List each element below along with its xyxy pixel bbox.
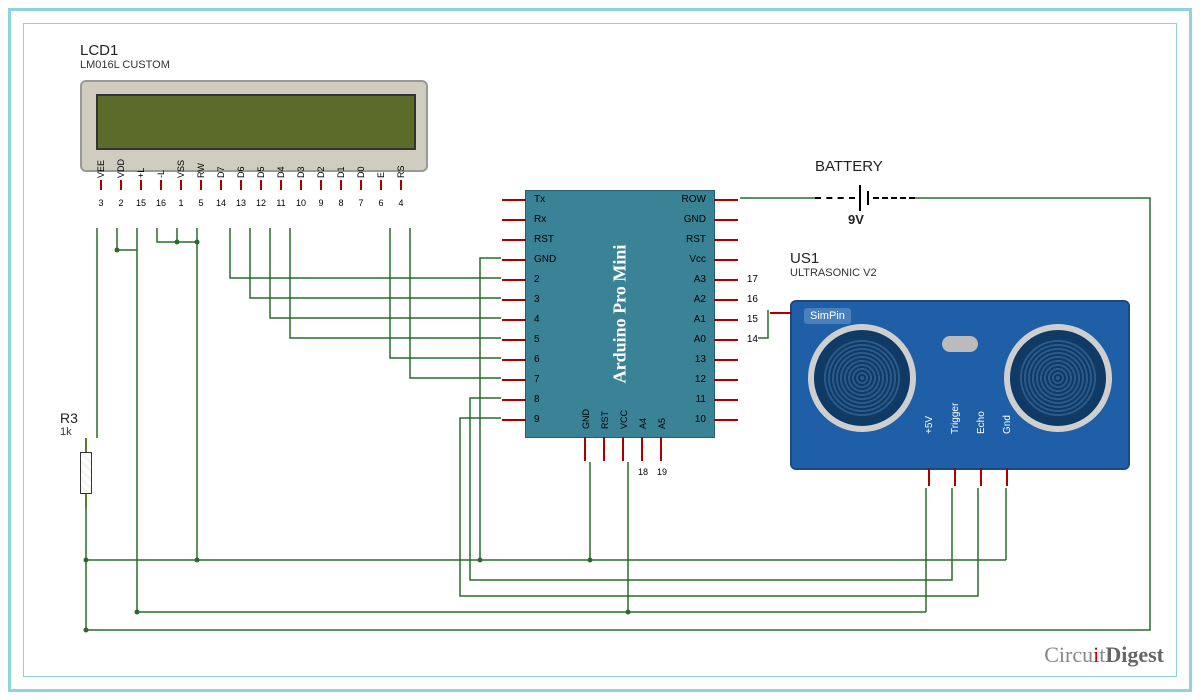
resistor-body — [80, 452, 92, 494]
lcd-pin-d2: D29 — [314, 150, 328, 208]
arduino-pin-right-10 — [714, 419, 738, 421]
arduino-pin-right-13 — [714, 359, 738, 361]
resistor-component — [80, 438, 92, 508]
lcd-pin-rs: RS4 — [394, 150, 408, 208]
arduino-pin-left-4 — [502, 319, 526, 321]
lcd-pin-vee: VEE3 — [94, 150, 108, 208]
arduino-pin-right-gnd — [714, 219, 738, 221]
arduino-pin-right-11 — [714, 399, 738, 401]
arduino-pin-right-a3 — [714, 279, 738, 281]
arduino-pin-bottom-rst — [603, 437, 605, 461]
lcd-pin-d1: D18 — [334, 150, 348, 208]
lcd-pin-vdd: VDD2 — [114, 150, 128, 208]
arduino-pin-right-rst — [714, 239, 738, 241]
ultrasonic-pin-gnd: Gnd — [998, 438, 1016, 486]
resistor-ref-block: R3 1k — [60, 410, 78, 438]
arduino-name: Arduino Pro Mini — [610, 245, 631, 384]
lcd-ref-block: LCD1 LM016L CUSTOM — [80, 42, 170, 71]
arduino-pin-left-6 — [502, 359, 526, 361]
arduino-pin-left-3 — [502, 299, 526, 301]
lcd-pin-rw: RW5 — [194, 150, 208, 208]
arduino-pin-bottom-a5 — [660, 437, 662, 461]
arduino-pin-left-tx — [502, 199, 526, 201]
ultrasonic-sensor: SimPin +5VTriggerEchoGnd — [790, 300, 1130, 470]
ultrasonic-pin-echo: Echo — [972, 438, 990, 486]
arduino-pin-right-a1 — [714, 319, 738, 321]
arduino-pin-left-gnd — [502, 259, 526, 261]
arduino-pin-bottom-gnd — [584, 437, 586, 461]
arduino-pro-mini: Arduino Pro Mini TxRxRSTGND23456789ROWGN… — [525, 190, 715, 438]
lcd-pin-d5: D512 — [254, 150, 268, 208]
arduino-pin-right-a2 — [714, 299, 738, 301]
lcd-screen — [96, 94, 416, 150]
ultrasonic-ref: US1 — [790, 250, 877, 267]
battery-symbol — [815, 185, 915, 215]
arduino-pin-right-a0 — [714, 339, 738, 341]
battery-value: 9V — [848, 212, 864, 227]
arduino-pin-bottom-a4 — [641, 437, 643, 461]
resistor-value: 1k — [60, 426, 78, 438]
lcd-pin-+l: +L15 — [134, 150, 148, 208]
transducer-right — [1004, 324, 1112, 432]
battery-ref: BATTERY — [815, 158, 883, 175]
arduino-pin-left-rst — [502, 239, 526, 241]
ultrasonic-ref-block: US1 ULTRASONIC V2 — [790, 250, 877, 279]
lcd-module: VEE3VDD2+L15-L16VSS1RW5D714D613D512D411D… — [80, 80, 428, 190]
arduino-pin-right-row — [714, 199, 738, 201]
lcd-pin-d6: D613 — [234, 150, 248, 208]
ultrasonic-value: ULTRASONIC V2 — [790, 267, 877, 279]
lcd-pin-d3: D310 — [294, 150, 308, 208]
lcd-pin-d0: D07 — [354, 150, 368, 208]
ultrasonic-led — [942, 336, 978, 352]
lcd-pin-d4: D411 — [274, 150, 288, 208]
lcd-pin-d7: D714 — [214, 150, 228, 208]
arduino-pin-left-rx — [502, 219, 526, 221]
arduino-pin-bottom-vcc — [622, 437, 624, 461]
lcd-value: LM016L CUSTOM — [80, 59, 170, 71]
simpin-label: SimPin — [804, 308, 851, 324]
arduino-pin-left-8 — [502, 399, 526, 401]
resistor-ref: R3 — [60, 410, 78, 426]
ultrasonic-pin-5v: +5V — [920, 438, 938, 486]
lcd-ref: LCD1 — [80, 42, 170, 59]
simpin-stub — [770, 312, 792, 314]
arduino-pin-right-12 — [714, 379, 738, 381]
lcd-pin-e: E6 — [374, 150, 388, 208]
lcd-pin--l: -L16 — [154, 150, 168, 208]
lcd-pin-vss: VSS1 — [174, 150, 188, 208]
arduino-pin-left-7 — [502, 379, 526, 381]
ultrasonic-pin-trigger: Trigger — [946, 438, 964, 486]
arduino-pin-left-2 — [502, 279, 526, 281]
arduino-pin-left-9 — [502, 419, 526, 421]
transducer-left — [808, 324, 916, 432]
arduino-pin-right-vcc — [714, 259, 738, 261]
watermark: CircuitDigest — [1044, 642, 1164, 668]
arduino-pin-left-5 — [502, 339, 526, 341]
